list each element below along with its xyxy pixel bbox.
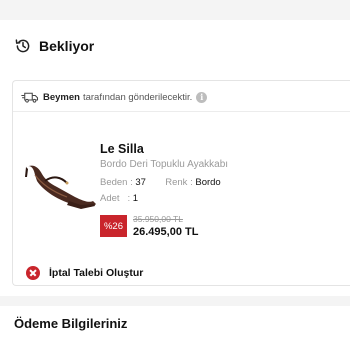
product-brand[interactable]: Le Silla (100, 142, 144, 156)
shipping-text: tarafından gönderilecektir. (82, 91, 193, 103)
new-price: 26.495,00 TL (133, 226, 199, 238)
discount-badge: %26 (100, 215, 127, 237)
product-size-color-row: Beden : 37 Renk : Bordo (100, 177, 221, 188)
order-status-header: Bekliyor (14, 35, 94, 57)
cancel-request-button[interactable]: İptal Talebi Oluştur (26, 265, 143, 281)
order-status-card: Bekliyor Beymen tarafından gönderilecekt… (0, 20, 350, 296)
shipping-info: Beymen tarafından gönderilecektir. i (21, 89, 208, 105)
close-circle-icon (26, 266, 40, 280)
payment-info-section: Ödeme Bilgileriniz (0, 306, 350, 350)
shipping-brand: Beymen (43, 91, 80, 103)
cancel-request-label: İptal Talebi Oluştur (49, 267, 144, 279)
history-clock-icon (15, 39, 30, 53)
qty-value: 1 (132, 193, 139, 204)
payment-info-title: Ödeme Bilgileriniz (14, 316, 128, 331)
size-value: 37 (135, 177, 146, 188)
product-image[interactable] (23, 157, 101, 213)
info-icon[interactable]: i (196, 91, 208, 103)
qty-label: Adet : (100, 193, 131, 204)
delivery-truck-icon (21, 92, 39, 103)
product-qty-row: Adet : 1 (100, 193, 138, 204)
divider (13, 111, 350, 112)
size-label: Beden : (100, 177, 133, 188)
order-item-box: Beymen tarafından gönderilecektir. i Le … (12, 80, 350, 286)
color-label: Renk : (165, 177, 193, 188)
product-name[interactable]: Bordo Deri Topuklu Ayakkabı (100, 159, 228, 170)
order-status-title: Bekliyor (39, 38, 95, 54)
color-value: Bordo (195, 177, 221, 188)
old-price: 35.950,00 TL (133, 214, 183, 224)
